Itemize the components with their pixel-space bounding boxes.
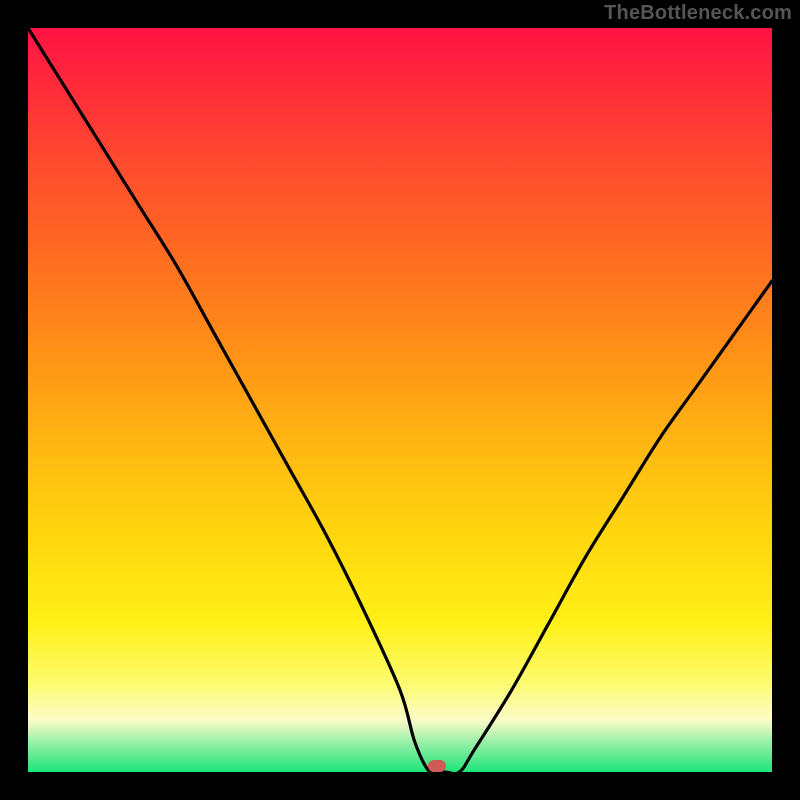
attribution-label: TheBottleneck.com: [604, 2, 792, 25]
bottleneck-curve: [28, 28, 772, 772]
plot-area: [28, 28, 772, 772]
optimal-point-marker: [428, 760, 446, 772]
chart-frame: TheBottleneck.com: [0, 0, 800, 800]
